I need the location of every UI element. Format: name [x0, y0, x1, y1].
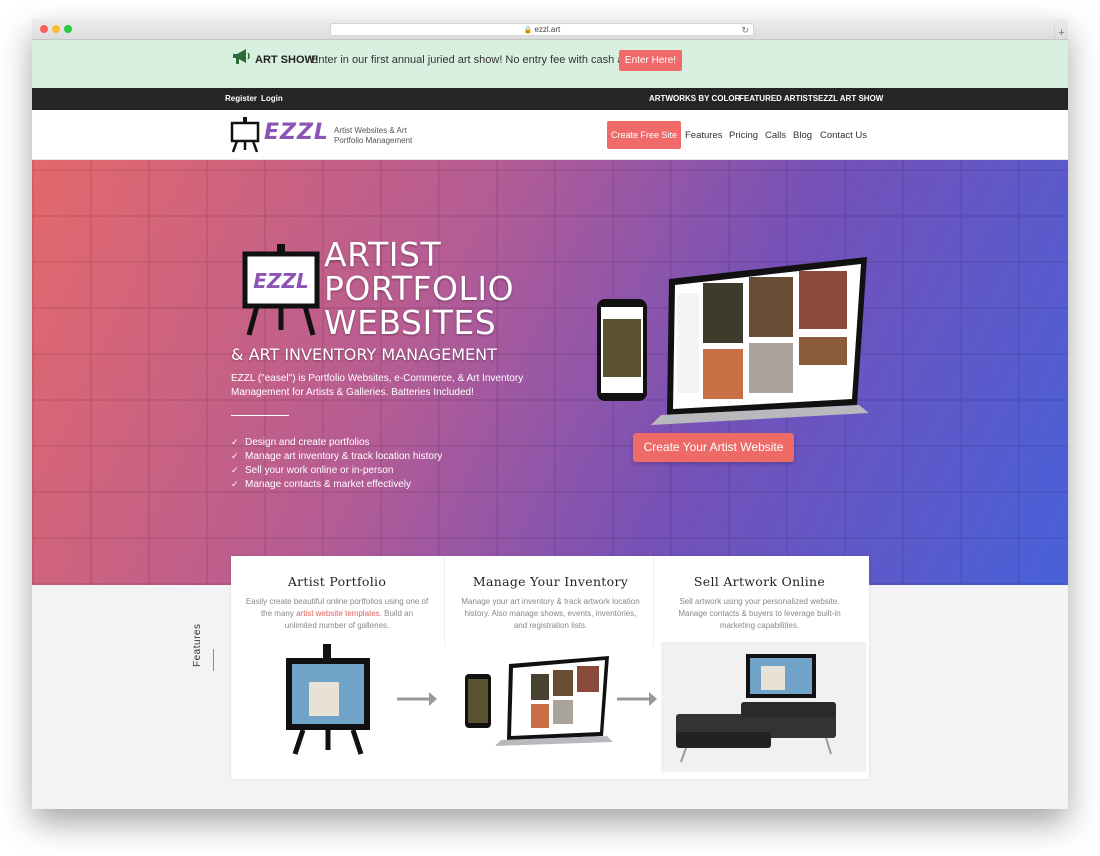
- login-link[interactable]: Login: [261, 94, 283, 103]
- announcement-bar: ART SHOW! Enter in our first annual juri…: [32, 40, 1068, 88]
- nav-calls[interactable]: Calls: [765, 130, 786, 141]
- featured-artists-link[interactable]: FEATURED ARTISTS: [739, 94, 818, 103]
- hero-title-line: ARTIST: [324, 235, 442, 274]
- create-free-site-button[interactable]: Create Free Site: [607, 121, 681, 149]
- new-tab-button[interactable]: +: [1054, 26, 1068, 40]
- list-item: ✓ Sell your work online or in-person: [231, 463, 442, 477]
- ezzl-art-show-link[interactable]: EZZL ART SHOW: [818, 94, 883, 103]
- list-item: ✓ Manage contacts & market effectively: [231, 477, 442, 491]
- hero-background-texture: [32, 160, 1068, 585]
- list-item-text: Sell your work online or in-person: [245, 465, 394, 476]
- hero-easel-logo: EZZL: [242, 244, 320, 336]
- features-card: Artist Portfolio Easily create beautiful…: [231, 556, 869, 779]
- hero-divider: [231, 415, 289, 416]
- hero-subtitle: & ART INVENTORY MANAGEMENT: [231, 345, 497, 364]
- list-item-text: Manage contacts & market effectively: [245, 479, 412, 490]
- devices-image: [465, 656, 613, 746]
- zoom-window-button[interactable]: [64, 25, 72, 33]
- artist-website-templates-link[interactable]: artist website templates: [296, 609, 380, 618]
- site-tagline: Artist Websites & Art Portfolio Manageme…: [334, 126, 413, 145]
- register-link[interactable]: Register: [225, 94, 257, 103]
- check-icon: ✓: [231, 479, 239, 489]
- logo-wordmark[interactable]: EZZL: [264, 120, 329, 145]
- features-tab-accent: [213, 649, 214, 671]
- list-item: ✓ Manage art inventory & track location h…: [231, 449, 442, 463]
- reload-icon[interactable]: ↻: [741, 24, 749, 36]
- features-vertical-label[interactable]: Features: [192, 624, 203, 667]
- url-text: ezzl.art: [534, 25, 561, 34]
- nav-pricing[interactable]: Pricing: [729, 130, 758, 141]
- browser-window: 🔒 ezzl.art ↻ + ART SHOW! Enter in our fir…: [32, 19, 1068, 809]
- announcement-title: ART SHOW!: [255, 54, 319, 66]
- features-illustration: [286, 642, 866, 772]
- top-utility-bar: Register Login ARTWORKS BY COLOR FEATURE…: [32, 88, 1068, 110]
- list-item-text: Manage art inventory & track location hi…: [245, 451, 443, 462]
- nav-blog[interactable]: Blog: [793, 130, 812, 141]
- hero-logo-text: EZZL: [253, 269, 308, 293]
- check-icon: ✓: [231, 465, 239, 475]
- arrow-right-icon: [617, 692, 657, 706]
- feature-description: Easily create beautiful online portfolio…: [231, 596, 443, 632]
- list-item: ✓ Design and create portfolios: [231, 435, 442, 449]
- create-artist-website-button[interactable]: Create Your Artist Website: [633, 433, 794, 462]
- feature-description: Sell artwork using your personalized web…: [678, 597, 841, 630]
- living-room-image: [661, 642, 866, 772]
- megaphone-icon: [233, 49, 250, 64]
- hero-description: EZZL ("easel") is Portfolio Websites, e-…: [231, 373, 524, 398]
- feature-title: Manage Your Inventory: [472, 574, 629, 589]
- hero-title: ARTIST PORTFOLIO WEBSITES: [324, 238, 564, 340]
- address-bar[interactable]: 🔒 ezzl.art ↻: [330, 23, 754, 36]
- nav-features[interactable]: Features: [685, 130, 723, 141]
- hero-feature-list: ✓ Design and create portfolios ✓ Manage ar…: [231, 435, 442, 491]
- list-item-text: Design and create portfolios: [245, 437, 370, 448]
- feature-artist-portfolio: Artist Portfolio Easily create beautiful…: [231, 556, 443, 646]
- feature-manage-inventory: Manage Your Inventory Manage your art in…: [444, 556, 656, 646]
- check-icon: ✓: [231, 451, 239, 461]
- feature-title: Artist Portfolio: [287, 574, 387, 589]
- announcement-text: Enter in our first annual juried art sho…: [311, 54, 656, 66]
- easel-logo-icon[interactable]: [230, 117, 260, 153]
- artworks-by-color-link[interactable]: ARTWORKS BY COLOR: [649, 94, 740, 103]
- nav-contact-us[interactable]: Contact Us: [820, 130, 867, 141]
- browser-titlebar: 🔒 ezzl.art ↻ +: [32, 19, 1068, 40]
- feature-title: Sell Artwork Online: [693, 574, 826, 589]
- main-navbar: EZZL Artist Websites & Art Portfolio Man…: [32, 110, 1068, 160]
- hero-section: EZZL ARTIST PORTFOLIO WEBSITES & ART INV…: [32, 160, 1068, 585]
- hero-title-line: PORTFOLIO: [324, 269, 515, 308]
- enter-here-button[interactable]: Enter Here!: [619, 50, 682, 71]
- arrow-right-icon: [397, 692, 437, 706]
- feature-description: Manage your art inventory & track artwor…: [461, 597, 640, 630]
- hero-title-line: WEBSITES: [324, 303, 497, 342]
- minimize-window-button[interactable]: [52, 25, 60, 33]
- easel-painting-image: [286, 644, 370, 755]
- feature-sell-artwork: Sell Artwork Online Sell artwork using y…: [653, 556, 865, 646]
- close-window-button[interactable]: [40, 25, 48, 33]
- check-icon: ✓: [231, 437, 239, 447]
- lock-icon: 🔒: [523, 27, 533, 34]
- devices-mockup-image: [597, 257, 869, 425]
